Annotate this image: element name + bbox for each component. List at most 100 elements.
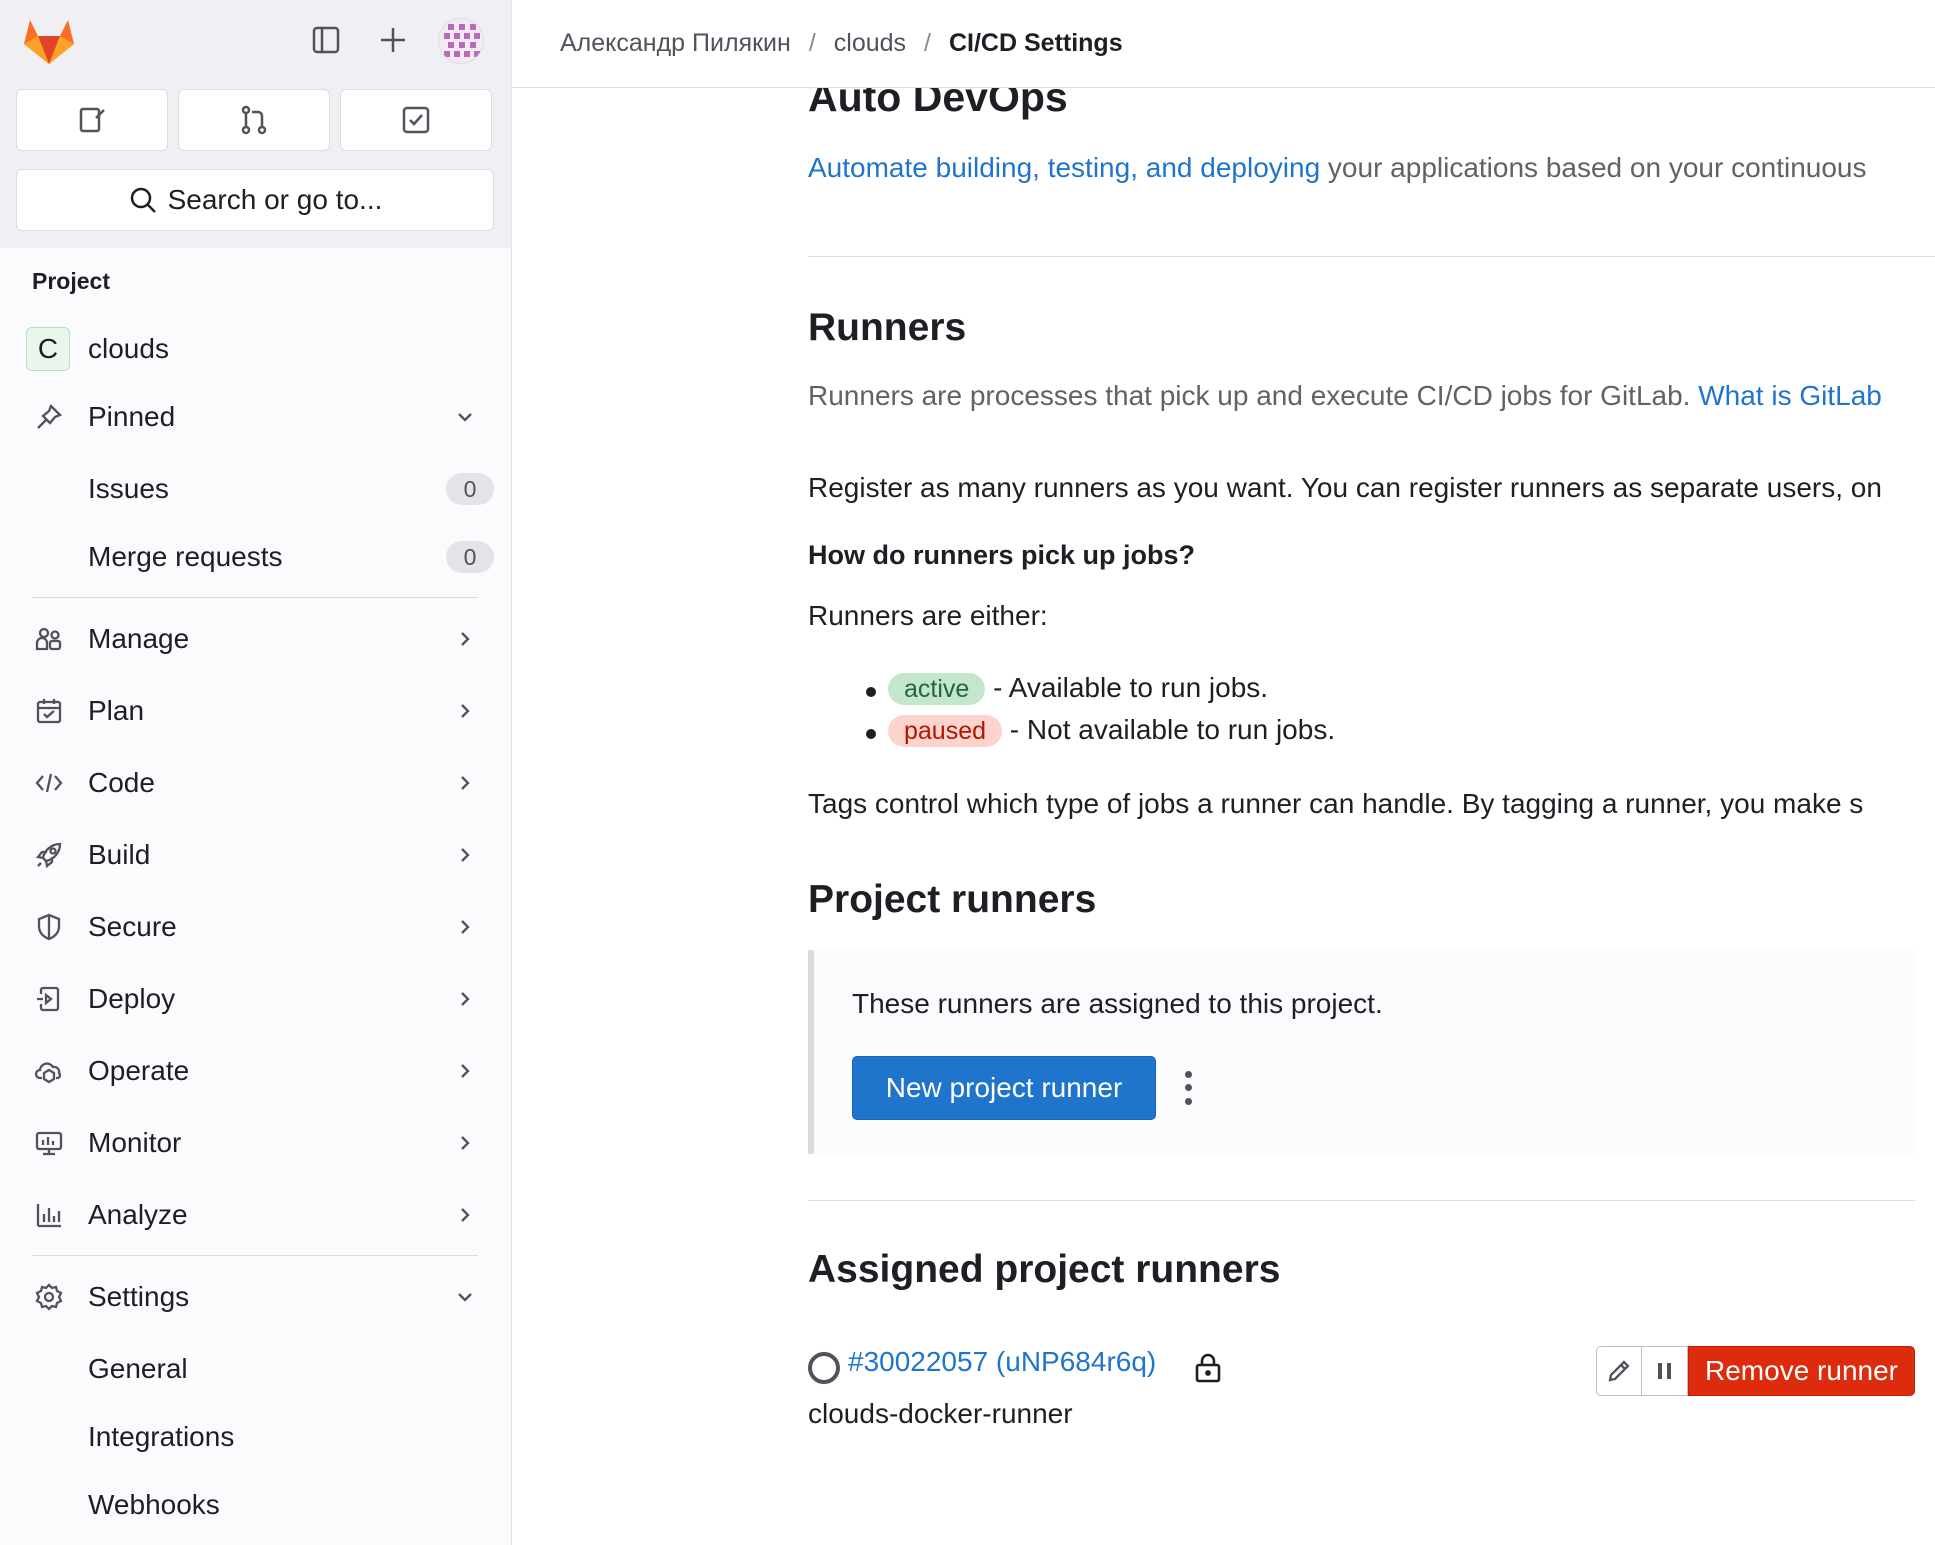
status-badge: active (888, 673, 986, 705)
sidebar-item-label: Integrations (88, 1421, 235, 1452)
breadcrumb-project[interactable]: clouds (834, 29, 906, 58)
project-runners-title: Project runners (808, 878, 1097, 921)
auto-devops-description: Automate building, testing, and deployin… (808, 152, 1867, 183)
chevron-right-icon (452, 1058, 478, 1084)
pin-icon (28, 396, 70, 438)
sidebar-item-label: Monitor (88, 1127, 182, 1158)
sidebar-item-plan[interactable]: Plan (16, 680, 494, 742)
sidebar-item-manage[interactable]: Manage (16, 608, 494, 670)
divider (32, 597, 478, 598)
sidebar-item-label: General (88, 1353, 188, 1384)
chevron-right-icon (452, 626, 478, 652)
code-icon (28, 762, 70, 804)
project-runners-callout: These runners are assigned to this proje… (808, 950, 1915, 1154)
sidebar-item-code[interactable]: Code (16, 752, 494, 814)
new-project-runner-button[interactable]: New project runner (852, 1056, 1156, 1120)
runner-actions: Remove runner (1596, 1346, 1915, 1396)
runners-title: Runners (808, 306, 967, 349)
runner-status-icon (808, 1352, 840, 1384)
merge-requests-shortcut-button[interactable] (178, 89, 330, 151)
search-icon (130, 187, 156, 213)
sidebar-item-deploy[interactable]: Deploy (16, 968, 494, 1030)
sidebar-item-label: Issues (88, 473, 169, 504)
calendar-icon (28, 690, 70, 732)
sidebar-item-general[interactable]: General (16, 1338, 494, 1400)
search-placeholder: Search or go to... (167, 184, 383, 215)
users-icon (28, 618, 70, 660)
sidebar-item-build[interactable]: Build (16, 824, 494, 886)
sidebar-item-label: Manage (88, 623, 190, 654)
sidebar-item-merge-requests[interactable]: Merge requests 0 (16, 526, 494, 588)
rocket-icon (28, 834, 70, 876)
breadcrumb-separator: / (924, 29, 931, 57)
gitlab-logo-icon[interactable] (22, 16, 76, 66)
callout-text: These runners are assigned to this proje… (852, 988, 1383, 1019)
chart-icon (28, 1194, 70, 1236)
what-is-runner-link[interactable]: What is GitLab (1698, 380, 1882, 411)
chevron-right-icon (452, 986, 478, 1012)
runner-row: #30022057 (uNP684r6q) Remove runner (808, 1344, 1915, 1396)
sidebar-item-analyze[interactable]: Analyze (16, 1184, 494, 1246)
sidebar-item-monitor[interactable]: Monitor (16, 1112, 494, 1174)
sidebar-item-label: Pinned (88, 401, 176, 432)
chevron-right-icon (452, 842, 478, 868)
auto-devops-title: Auto DevOps (808, 88, 1068, 120)
main-content: Auto DevOps Automate building, testing, … (808, 88, 1935, 1545)
avatar[interactable] (438, 18, 484, 64)
project-avatar: C (26, 327, 70, 371)
project-name: clouds (88, 333, 169, 364)
sidebar-item-issues[interactable]: Issues 0 (16, 458, 494, 520)
edit-runner-button[interactable] (1596, 1346, 1643, 1396)
chevron-right-icon (452, 914, 478, 940)
search-input[interactable]: Search or go to... (16, 169, 494, 231)
sidebar-item-webhooks[interactable]: Webhooks (16, 1474, 494, 1536)
sidebar-item-integrations[interactable]: Integrations (16, 1406, 494, 1468)
pause-icon (1657, 1363, 1671, 1379)
merge-request-icon (241, 105, 267, 135)
breadcrumb-user[interactable]: Александр Пилякин (560, 29, 791, 58)
monitor-icon (28, 1122, 70, 1164)
sidebar-item-project[interactable]: C clouds (16, 318, 494, 380)
runners-description: Runners are processes that pick up and e… (808, 380, 1882, 411)
sidebar-item-label: Secure (88, 911, 177, 942)
list-item: paused - Not available to run jobs. (888, 714, 1335, 747)
count-badge: 0 (446, 541, 494, 573)
breadcrumb: Александр Пилякин / clouds / CI/CD Setti… (512, 0, 1935, 88)
section-label: Project (32, 268, 110, 294)
count-badge: 0 (446, 473, 494, 505)
pause-runner-button[interactable] (1642, 1346, 1689, 1396)
breadcrumb-current[interactable]: CI/CD Settings (949, 29, 1123, 58)
chevron-right-icon (452, 770, 478, 796)
issues-icon (79, 107, 105, 133)
chevron-down-icon (452, 404, 478, 430)
gear-icon (28, 1276, 70, 1318)
chevron-down-icon (452, 1284, 478, 1310)
sidebar-item-label: Merge requests (88, 541, 283, 572)
sidebar-item-pinned[interactable]: Pinned (16, 386, 494, 448)
tags-text: Tags control which type of jobs a runner… (808, 788, 1864, 819)
sidebar-item-settings[interactable]: Settings (16, 1266, 494, 1328)
register-text: Register as many runners as you want. Yo… (808, 472, 1882, 503)
breadcrumb-separator: / (808, 29, 816, 57)
status-badge: paused (888, 715, 1003, 747)
plus-icon[interactable] (371, 18, 415, 62)
bullet (866, 687, 876, 697)
chevron-right-icon (452, 1202, 478, 1228)
chevron-right-icon (452, 698, 478, 724)
sidebar-item-label: Code (88, 767, 155, 798)
sidebar-item-operate[interactable]: Operate (16, 1040, 494, 1102)
list-item: active - Available to run jobs. (888, 672, 1268, 705)
auto-devops-link[interactable]: Automate building, testing, and deployin… (808, 152, 1320, 183)
remove-runner-button[interactable]: Remove runner (1688, 1346, 1915, 1396)
shield-icon (28, 906, 70, 948)
todo-shortcut-button[interactable] (340, 89, 492, 151)
issues-shortcut-button[interactable] (16, 89, 168, 151)
sidebar-item-label: Plan (88, 695, 145, 726)
pencil-icon (1608, 1360, 1630, 1382)
runner-link[interactable]: #30022057 (uNP684r6q) (848, 1346, 1156, 1378)
sidebar-toggle-icon[interactable] (304, 18, 348, 62)
more-actions-icon[interactable] (1178, 1068, 1198, 1108)
sidebar-item-secure[interactable]: Secure (16, 896, 494, 958)
sidebar-item-label: Deploy (88, 983, 176, 1014)
sidebar-item-label: Settings (88, 1281, 190, 1312)
